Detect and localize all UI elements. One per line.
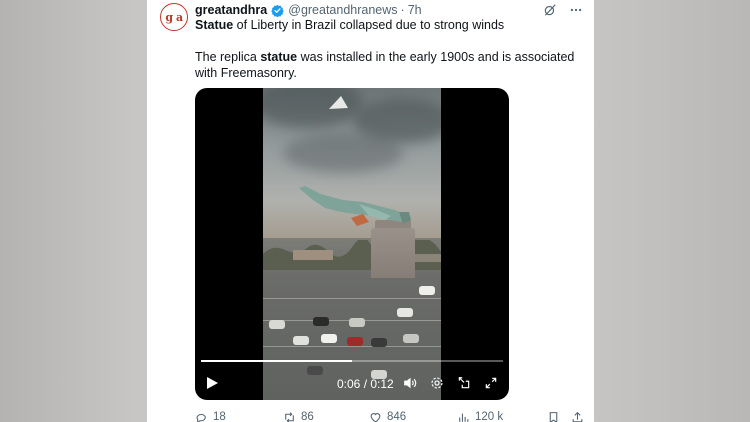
headline-bold: Statue (195, 18, 234, 32)
tweet-headline: Statue of Liberty in Brazil collapsed du… (195, 18, 504, 32)
settings-icon[interactable] (430, 376, 444, 390)
bookmark-button[interactable] (547, 411, 560, 422)
views-count: 120 k (475, 411, 504, 422)
video-frame (263, 88, 441, 400)
reply-count: 18 (213, 411, 226, 422)
current-time: 0:06 (337, 377, 361, 391)
time-separator: / (360, 377, 371, 391)
reply-icon (196, 413, 206, 422)
repost-button[interactable]: 86 (283, 411, 314, 422)
fullscreen-icon[interactable] (484, 376, 498, 390)
reply-button[interactable]: 18 (195, 411, 226, 422)
timestamp[interactable]: 7h (408, 3, 422, 17)
tweet-actions: 18 86 846 120 k (195, 410, 585, 422)
headline-rest: of Liberty in Brazil collapsed due to st… (233, 18, 505, 32)
author-handle[interactable]: @greatandhranews (288, 3, 397, 17)
more-icon[interactable] (568, 2, 584, 18)
bookmark-icon (549, 411, 558, 422)
statue-pedestal (371, 228, 415, 278)
repost-count: 86 (301, 411, 314, 422)
verified-badge-icon (271, 4, 285, 17)
volume-icon[interactable] (403, 376, 417, 390)
separator-dot: · (400, 3, 405, 17)
header-actions (542, 2, 584, 18)
tweet-text: The replica statue was installed in the … (195, 49, 585, 81)
video-progress-bar[interactable] (201, 360, 503, 362)
body-pre: The replica (195, 50, 261, 64)
duration: 0:12 (370, 377, 394, 391)
background-right (594, 0, 750, 422)
share-icon (572, 411, 583, 422)
debris-sheet (329, 96, 348, 109)
heart-icon (370, 412, 381, 422)
video-progress-fill (201, 360, 352, 362)
like-button[interactable]: 846 (369, 411, 406, 422)
grok-icon[interactable] (542, 2, 558, 18)
author-name[interactable]: greatandhra (195, 3, 267, 17)
avatar[interactable]: g a (160, 3, 188, 31)
body-bold: statue (260, 50, 298, 64)
falling-statue (299, 186, 411, 226)
tweet-header: greatandhra @greatandhranews · 7h (195, 3, 422, 17)
play-icon[interactable] (205, 376, 219, 390)
views-icon (459, 413, 469, 422)
views-button[interactable]: 120 k (457, 411, 503, 422)
like-count: 846 (387, 411, 407, 422)
pip-icon[interactable] (457, 376, 471, 390)
share-button[interactable] (571, 411, 584, 422)
avatar-logo-text: g a (165, 10, 183, 24)
video-time: 0:06 / 0:12 (337, 377, 394, 391)
tweet-card[interactable]: g a greatandhra @greatandhranews · 7h St… (147, 0, 594, 422)
repost-icon (285, 411, 294, 422)
video-controls (403, 376, 498, 390)
video-player[interactable]: 0:06 / 0:12 (195, 88, 509, 400)
